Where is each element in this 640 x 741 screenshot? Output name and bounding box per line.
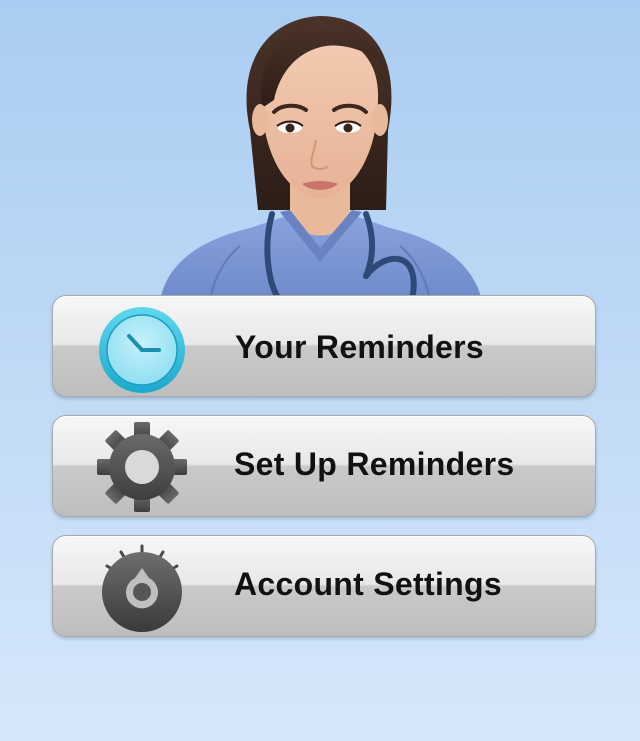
set-up-reminders-button[interactable]: Set Up Reminders <box>52 415 596 517</box>
dial-icon <box>95 540 189 634</box>
account-settings-label: Account Settings <box>234 566 502 602</box>
your-reminders-button[interactable]: Your Reminders <box>52 295 596 397</box>
nurse-illustration <box>140 0 500 300</box>
gear-icon <box>95 420 189 514</box>
set-up-reminders-label: Set Up Reminders <box>234 446 515 482</box>
main-menu: Your Reminders Set Up Reminders Account … <box>52 295 596 655</box>
account-settings-button[interactable]: Account Settings <box>52 535 596 637</box>
clock-icon <box>95 304 189 398</box>
your-reminders-label: Your Reminders <box>235 329 484 365</box>
